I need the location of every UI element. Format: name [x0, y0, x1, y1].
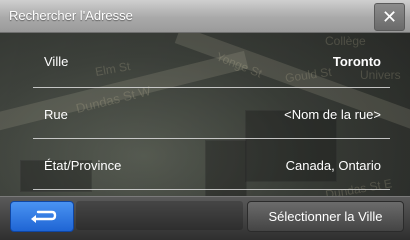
row-divider	[33, 138, 390, 139]
dialog-title: Rechercher l'Adresse	[9, 8, 133, 23]
close-icon: ✕	[381, 6, 398, 27]
row-divider	[33, 189, 390, 190]
bottom-toolbar: Sélectionner la Ville	[0, 196, 410, 240]
street-label: Rue	[44, 107, 68, 122]
toolbar-spacer	[76, 201, 243, 230]
address-search-screen: Elm St Yonge St Dundas St W Gould St Uni…	[0, 0, 410, 240]
title-bar: Rechercher l'Adresse ✕	[0, 0, 410, 33]
street-value: <Nom de la rue>	[284, 107, 381, 122]
city-label: Ville	[44, 54, 69, 69]
state-province-label: État/Province	[44, 158, 122, 173]
back-button[interactable]	[10, 201, 74, 232]
state-province-value: Canada, Ontario	[285, 158, 381, 173]
back-arrow-icon	[31, 210, 57, 223]
row-state-province[interactable]: État/Province Canada, Ontario	[33, 141, 387, 191]
close-button[interactable]: ✕	[374, 3, 405, 31]
row-street[interactable]: Rue <Nom de la rue>	[33, 90, 387, 140]
row-divider	[33, 87, 390, 88]
city-value: Toronto	[332, 54, 381, 69]
row-city[interactable]: Ville Toronto	[33, 37, 387, 87]
select-city-button[interactable]: Sélectionner la Ville	[247, 201, 404, 232]
